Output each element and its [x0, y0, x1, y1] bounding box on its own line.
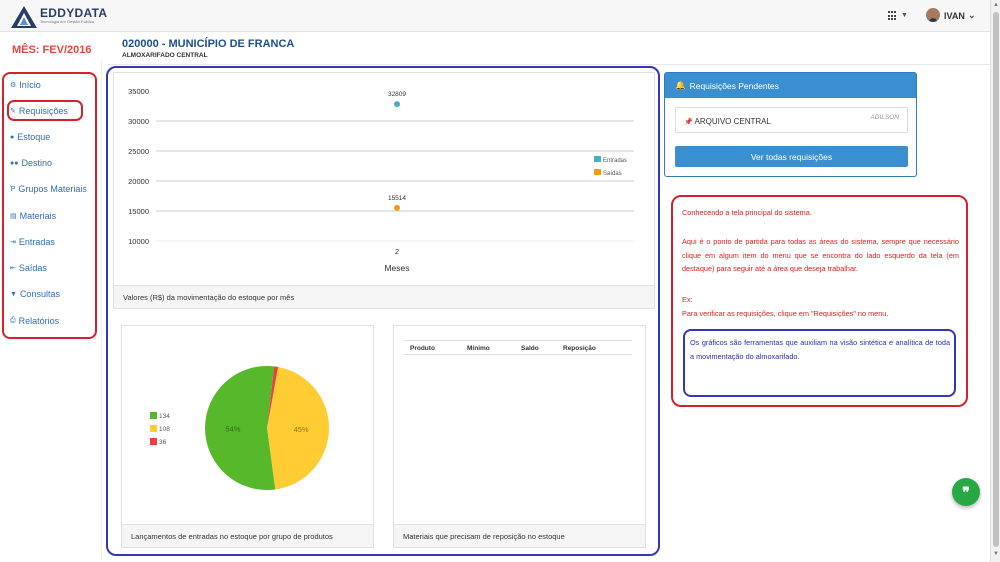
sidebar-item-materiais[interactable]: ▤ Materiais — [10, 211, 56, 221]
sidebar-item-label: Entradas — [18, 237, 55, 247]
charts-note-box: Os gráficos são ferramentas que auxiliam… — [683, 329, 956, 397]
pending-requisition-item[interactable]: 📌 ARQUIVO CENTRAL ADILSON — [675, 107, 908, 133]
sidebar-item-destino[interactable]: ●● Destino — [10, 158, 52, 168]
caret-down-icon[interactable]: ▼ — [901, 12, 908, 19]
sidebar-item-requisicoes[interactable]: ✎ Requisições — [10, 106, 68, 116]
sidebar-item-consultas[interactable]: ▼ Consultas — [10, 289, 60, 299]
sidebar-item-relatorios[interactable]: ⎙ Relatórios — [10, 316, 59, 326]
print-icon: ⎙ — [10, 317, 16, 324]
apps-grid-icon[interactable] — [888, 11, 898, 21]
user-menu-name[interactable]: IVAN — [944, 11, 965, 21]
brand-name: EDDYDATA — [40, 6, 108, 20]
help-chat-button[interactable]: ❞ — [952, 478, 980, 506]
note-intro: Conhecendo a tela principal do sistema. — [682, 208, 812, 217]
dashboard-icon: ⚙ — [10, 82, 17, 89]
scroll-down-icon[interactable]: ▼ — [993, 551, 999, 557]
sidebar-item-entradas[interactable]: ⇥ Entradas — [10, 237, 55, 247]
sidebar-item-label: Estoque — [17, 132, 51, 142]
sidebar-item-label: Grupos Materiais — [18, 184, 87, 194]
users-icon: ●● — [10, 159, 19, 167]
user-icon: ● — [10, 133, 15, 141]
pending-requisitions-panel: 🔔 Requisições Pendentes 📌 ARQUIVO CENTRA… — [664, 72, 917, 177]
charts-highlight-box — [106, 66, 660, 556]
sign-in-icon: ⇥ — [10, 239, 16, 246]
edit-icon: ✎ — [10, 108, 16, 115]
sidebar-item-label: Consultas — [19, 289, 60, 299]
sidebar-item-estoque[interactable]: ● Estoque — [10, 132, 50, 142]
eddydata-logo-icon[interactable] — [10, 5, 38, 29]
list-icon: ▤ — [10, 213, 17, 220]
tree-icon: Ῥ — [10, 185, 16, 193]
current-month-label: MÊS: FEV/2016 — [12, 44, 92, 56]
top-navbar — [0, 0, 990, 32]
sidebar-item-label: Saídas — [18, 263, 47, 273]
chevron-down-icon[interactable]: ⌄ — [968, 10, 976, 21]
scroll-thumb[interactable] — [993, 12, 999, 547]
note-example-label: Ex: — [682, 295, 693, 304]
bell-icon: 🔔 — [675, 80, 686, 90]
sidebar-item-label: Requisições — [18, 106, 68, 116]
sidebar-item-grupos-materiais[interactable]: Ῥ Grupos Materiais — [10, 184, 87, 194]
sidebar-item-inicio[interactable]: ⚙ Início — [10, 80, 41, 90]
note-body: Aqui é o ponto de partida para todas as … — [682, 237, 959, 273]
sidebar-item-label: Destino — [21, 158, 52, 168]
avatar[interactable] — [926, 8, 940, 22]
requisition-destination: ARQUIVO CENTRAL — [694, 117, 771, 126]
requisition-user: ADILSON — [870, 114, 899, 121]
sidebar-item-label: Materiais — [19, 211, 57, 221]
view-all-requisitions-button[interactable]: Ver todas requisições — [675, 146, 908, 167]
sidebar-item-label: Relatórios — [18, 316, 60, 326]
header-divider — [108, 64, 990, 65]
filter-icon: ▼ — [10, 290, 17, 298]
sidebar-item-saidas[interactable]: ⇤ Saídas — [10, 263, 47, 273]
pending-requisitions-title: Requisições Pendentes — [689, 80, 779, 91]
note-example: Para verificar as requisições, clique em… — [682, 309, 889, 318]
sign-out-icon: ⇤ — [10, 265, 16, 272]
sidebar-item-label: Início — [19, 80, 41, 90]
charts-note-text: Os gráficos são ferramentas que auxiliam… — [690, 338, 950, 361]
brand-tagline: Tecnologia em Gestão Pública — [40, 19, 95, 24]
scroll-up-icon[interactable]: ▲ — [993, 2, 999, 8]
pin-icon: 📌 — [684, 119, 693, 126]
page-title: 020000 - MUNICÍPIO DE FRANCA — [122, 38, 295, 50]
page-subtitle: ALMOXARIFADO CENTRAL — [122, 52, 208, 59]
pending-requisitions-header: 🔔 Requisições Pendentes — [665, 73, 916, 98]
page-scrollbar[interactable]: ▲ ▼ — [990, 0, 1000, 562]
